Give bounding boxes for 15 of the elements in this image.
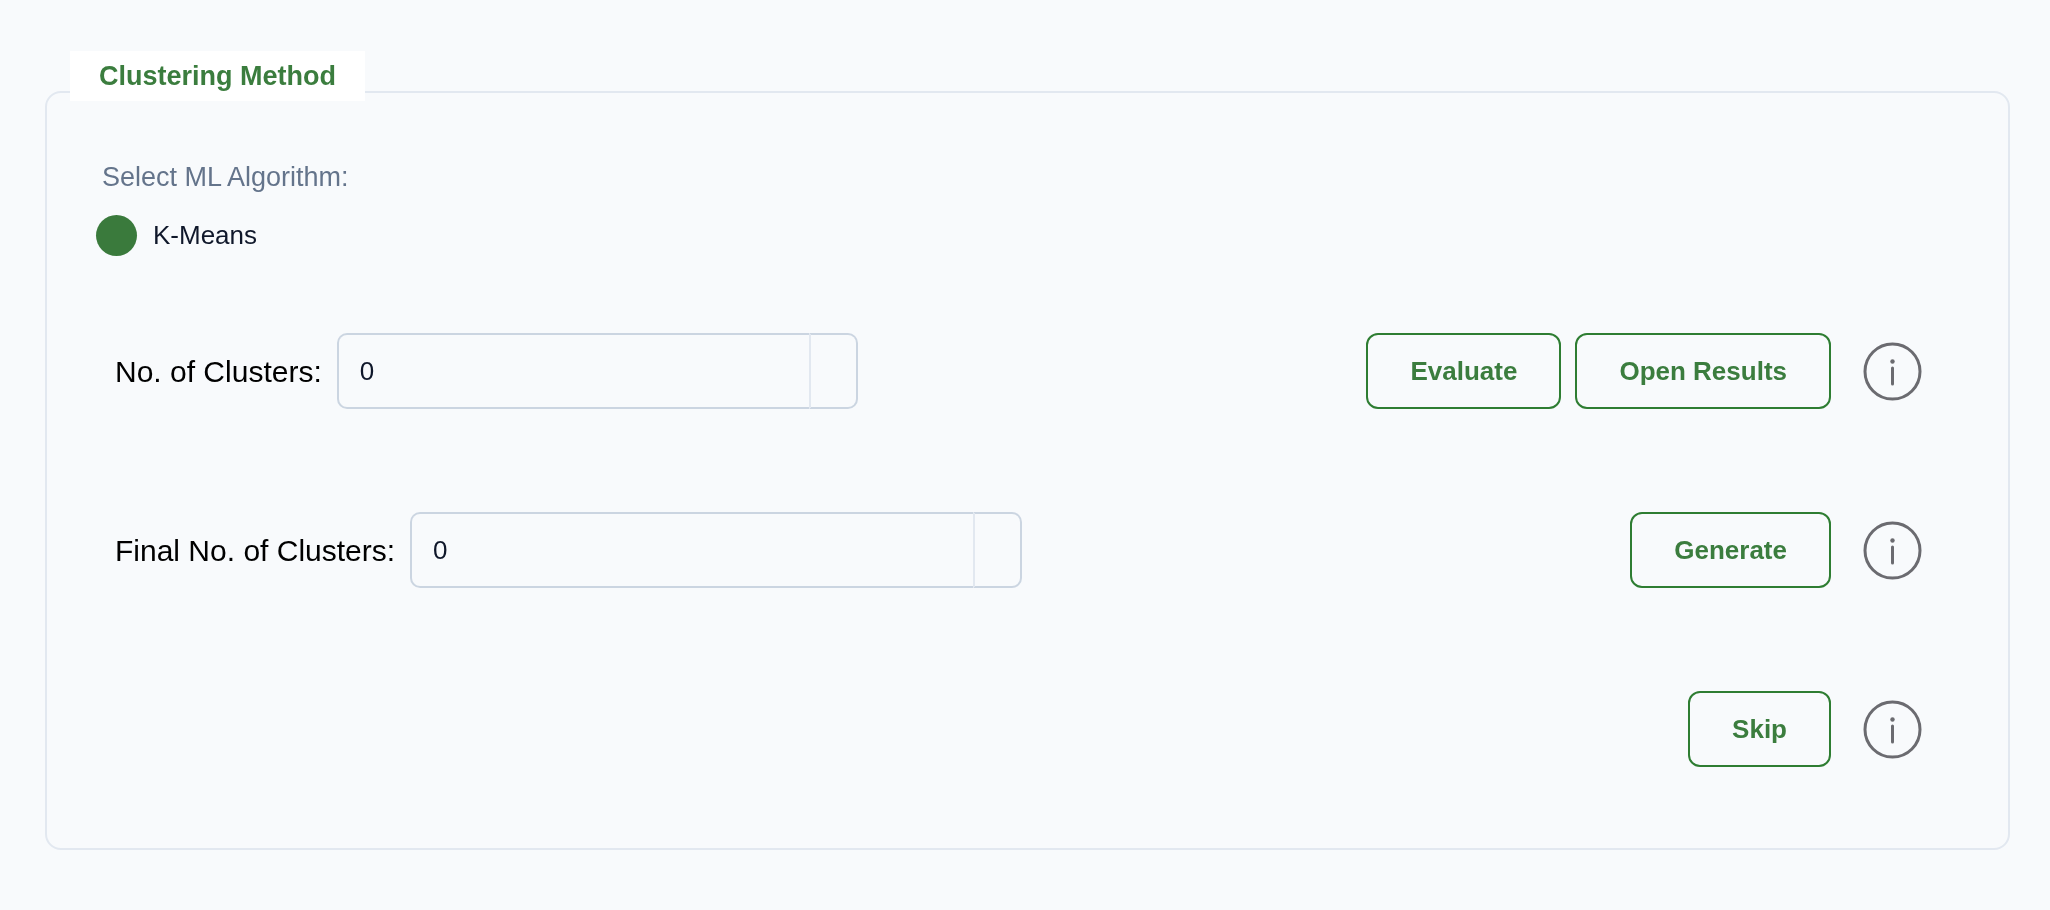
info-icon[interactable] <box>1863 520 1922 580</box>
action-button[interactable]: Generate <box>1630 512 1831 588</box>
action-button[interactable]: Open Results <box>1575 333 1831 409</box>
info-icon[interactable] <box>1863 341 1922 401</box>
radio-button[interactable] <box>96 215 137 256</box>
number-input[interactable]: 0 <box>410 512 974 588</box>
radio-label[interactable]: K-Means <box>153 216 258 255</box>
algorithm-prompt: Select ML Algorithm: <box>102 162 349 192</box>
field-label: No. of Clusters: <box>115 353 322 390</box>
panel-legend: Clustering Method <box>70 51 365 101</box>
field-label: Final No. of Clusters: <box>115 532 396 569</box>
action-button[interactable]: Evaluate <box>1366 333 1562 409</box>
number-input[interactable]: 0 <box>336 333 809 409</box>
action-button[interactable]: Skip <box>1688 691 1831 767</box>
info-icon[interactable] <box>1863 699 1922 759</box>
